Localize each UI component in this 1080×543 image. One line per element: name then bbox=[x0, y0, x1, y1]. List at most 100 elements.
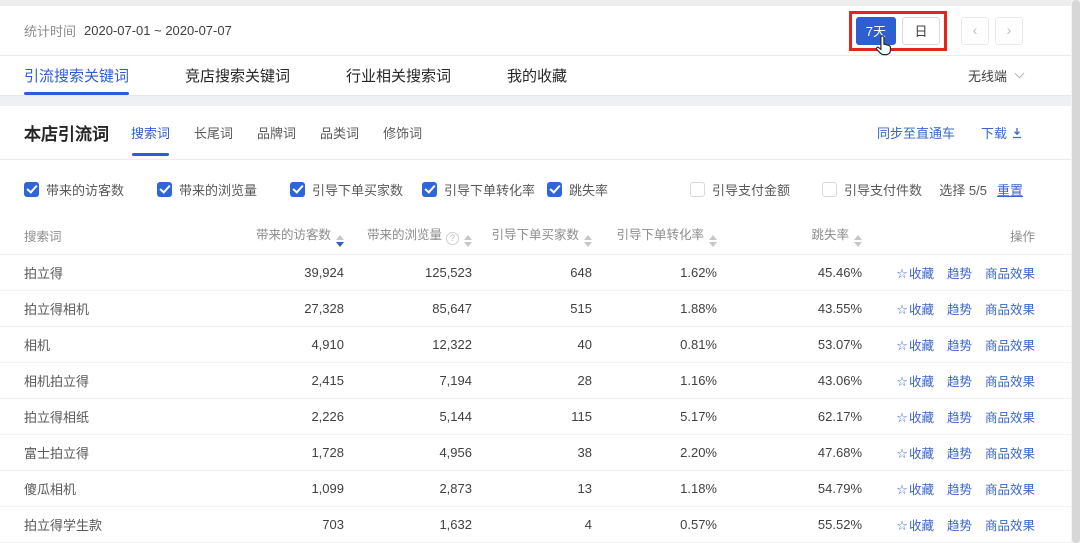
table-row: 拍立得相纸 2,226 5,144 115 5.17% 62.17% ☆收藏 趋势 商品效果 bbox=[0, 397, 1080, 434]
metric-filter-1[interactable]: 带来的浏览量 bbox=[157, 180, 290, 199]
info-icon bbox=[446, 232, 459, 246]
sync-to-ztc-link[interactable]: 同步至直通车 bbox=[877, 123, 955, 142]
actions-cell: ☆收藏 趋势 商品效果 bbox=[866, 433, 1080, 470]
metric-filter-4[interactable]: 跳失率 bbox=[547, 180, 690, 199]
trend-link[interactable]: 趋势 bbox=[947, 447, 972, 461]
metric-filter-5[interactable]: 引导支付金额 bbox=[690, 180, 822, 199]
main-tab-3[interactable]: 我的收藏 bbox=[507, 56, 567, 95]
main-tab-0[interactable]: 引流搜索关键词 bbox=[24, 56, 130, 95]
metric-filter-2[interactable]: 引导下单买家数 bbox=[290, 180, 422, 199]
favorite-link[interactable]: ☆收藏 bbox=[896, 518, 934, 533]
star-icon: ☆ bbox=[896, 409, 908, 425]
chevron-down-icon bbox=[1014, 68, 1025, 79]
trend-link[interactable]: 趋势 bbox=[947, 483, 972, 497]
product-effect-link[interactable]: 商品效果 bbox=[985, 303, 1035, 317]
word-subtab-0[interactable]: 搜索词 bbox=[129, 119, 172, 156]
main-tab-1[interactable]: 竞店搜索关键词 bbox=[185, 56, 290, 95]
checkbox-icon[interactable] bbox=[690, 181, 705, 197]
prev-period-button[interactable]: ‹ bbox=[961, 16, 989, 45]
word-subtab-2[interactable]: 品牌词 bbox=[255, 119, 298, 146]
product-effect-link[interactable]: 商品效果 bbox=[985, 267, 1035, 281]
main-tab-2[interactable]: 行业相关搜索词 bbox=[346, 56, 451, 95]
column-header-4[interactable]: 引导下单转化率 bbox=[596, 218, 721, 254]
buyers-cell: 40 bbox=[476, 325, 596, 362]
conversion-cell: 1.16% bbox=[596, 361, 721, 398]
trend-link[interactable]: 趋势 bbox=[947, 267, 972, 281]
buyers-cell: 38 bbox=[476, 433, 596, 470]
views-cell: 1,632 bbox=[348, 505, 476, 543]
section-head: 本店引流词 搜索词 长尾词 品牌词 品类词 修饰词 同步至直通车 下载 bbox=[0, 106, 1080, 160]
scrollbar-thumb[interactable] bbox=[1072, 0, 1080, 543]
sort-desc-caret bbox=[854, 242, 862, 248]
period-button-1[interactable]: 日 bbox=[902, 16, 940, 45]
product-effect-link[interactable]: 商品效果 bbox=[985, 375, 1035, 389]
views-cell: 125,523 bbox=[348, 253, 476, 290]
keyword-cell: 拍立得 bbox=[0, 253, 233, 290]
checkbox-icon[interactable] bbox=[24, 181, 39, 197]
sort-desc-caret bbox=[584, 242, 592, 248]
sort-icon[interactable] bbox=[464, 235, 472, 248]
column-header-label: 跳失率 bbox=[811, 228, 849, 243]
checkbox-icon[interactable] bbox=[290, 181, 305, 197]
column-header-1[interactable]: 带来的访客数 bbox=[233, 218, 348, 254]
trend-link[interactable]: 趋势 bbox=[947, 411, 972, 425]
product-effect-link[interactable]: 商品效果 bbox=[985, 483, 1035, 497]
table-row: 拍立得相机 27,328 85,647 515 1.88% 43.55% ☆收藏 趋势 商品效果 bbox=[0, 289, 1080, 326]
metric-filter-0[interactable]: 带来的访客数 bbox=[24, 180, 157, 199]
buyers-cell: 115 bbox=[476, 397, 596, 434]
favorite-link[interactable]: ☆收藏 bbox=[896, 481, 934, 497]
metric-filter-6[interactable]: 引导支付件数 bbox=[822, 180, 922, 199]
favorite-link-label: 收藏 bbox=[908, 482, 934, 497]
trend-link[interactable]: 趋势 bbox=[947, 519, 972, 533]
visitors-cell: 1,099 bbox=[233, 469, 348, 506]
trend-link[interactable]: 趋势 bbox=[947, 375, 972, 389]
actions-cell: ☆收藏 趋势 商品效果 bbox=[866, 397, 1080, 434]
favorite-link[interactable]: ☆收藏 bbox=[896, 302, 934, 317]
star-icon: ☆ bbox=[896, 481, 908, 497]
sort-icon[interactable] bbox=[584, 235, 592, 248]
favorite-link[interactable]: ☆收藏 bbox=[896, 338, 934, 353]
checkbox-icon[interactable] bbox=[157, 181, 172, 197]
metric-filter-3[interactable]: 引导下单转化率 bbox=[422, 180, 547, 199]
sort-icon[interactable] bbox=[336, 235, 344, 248]
table-row: 拍立得 39,924 125,523 648 1.62% 45.46% ☆收藏 趋势 商品效果 bbox=[0, 253, 1080, 290]
column-header-2[interactable]: 带来的浏览量 bbox=[348, 218, 476, 254]
checkbox-icon[interactable] bbox=[822, 181, 837, 197]
conversion-cell: 0.81% bbox=[596, 325, 721, 362]
trend-link[interactable]: 趋势 bbox=[947, 339, 972, 353]
column-header-3[interactable]: 引导下单买家数 bbox=[476, 218, 596, 254]
word-subtab-3[interactable]: 品类词 bbox=[318, 119, 361, 146]
sort-icon[interactable] bbox=[709, 235, 717, 248]
download-link[interactable]: 下载 bbox=[981, 123, 1023, 142]
sort-icon[interactable] bbox=[854, 235, 862, 248]
column-header-5[interactable]: 跳失率 bbox=[721, 218, 866, 254]
column-header-label: 带来的浏览量 bbox=[366, 228, 442, 243]
favorite-link[interactable]: ☆收藏 bbox=[896, 374, 934, 389]
product-effect-link[interactable]: 商品效果 bbox=[985, 447, 1035, 461]
metric-filter-label: 引导支付件数 bbox=[844, 182, 923, 198]
trend-link[interactable]: 趋势 bbox=[947, 303, 972, 317]
favorite-link[interactable]: ☆收藏 bbox=[896, 409, 934, 425]
favorite-link[interactable]: ☆收藏 bbox=[896, 266, 934, 281]
product-effect-link[interactable]: 商品效果 bbox=[985, 339, 1035, 353]
actions-cell: ☆收藏 趋势 商品效果 bbox=[866, 253, 1080, 290]
word-subtab-1[interactable]: 长尾词 bbox=[192, 119, 235, 146]
word-subtab-4[interactable]: 修饰词 bbox=[381, 119, 424, 146]
visitors-cell: 39,924 bbox=[233, 253, 348, 290]
favorite-link-label: 收藏 bbox=[908, 374, 934, 389]
column-header-label: 搜索词 bbox=[24, 230, 62, 245]
actions-cell: ☆收藏 趋势 商品效果 bbox=[866, 361, 1080, 398]
favorite-link[interactable]: ☆收藏 bbox=[896, 446, 934, 461]
views-cell: 12,322 bbox=[348, 325, 476, 362]
reset-link[interactable]: 重置 bbox=[997, 180, 1023, 199]
checkbox-icon[interactable] bbox=[547, 181, 562, 197]
product-effect-link[interactable]: 商品效果 bbox=[985, 411, 1035, 425]
scrollbar-track[interactable] bbox=[1071, 0, 1080, 543]
terminal-selector[interactable]: 无线端 bbox=[968, 56, 1025, 95]
keyword-cell: 傻瓜相机 bbox=[0, 469, 233, 506]
next-period-button[interactable]: › bbox=[995, 16, 1023, 45]
period-button-0[interactable]: 7天 bbox=[855, 16, 896, 45]
checkbox-icon[interactable] bbox=[422, 181, 437, 197]
actions-cell: ☆收藏 趋势 商品效果 bbox=[866, 289, 1080, 326]
product-effect-link[interactable]: 商品效果 bbox=[985, 519, 1035, 533]
